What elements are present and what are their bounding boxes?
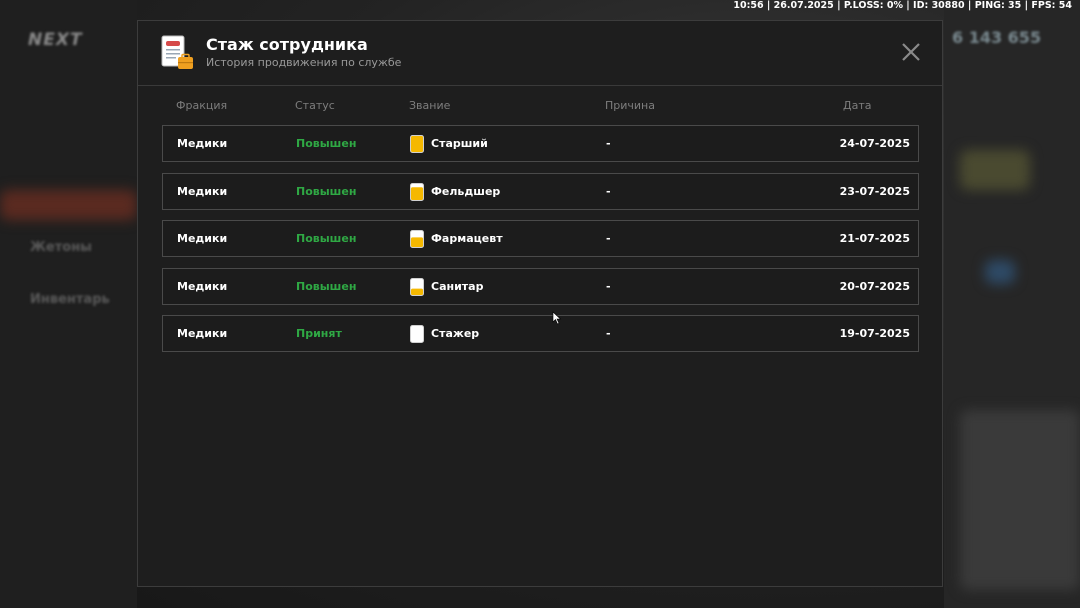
background-blob	[0, 190, 137, 220]
row-rank-label: Стажер	[431, 327, 480, 340]
rank-badge-icon	[410, 134, 424, 153]
background-blob	[960, 150, 1030, 190]
row-status: Повышен	[296, 185, 357, 198]
row-rank: Старший	[410, 126, 488, 161]
row-reason: -	[606, 137, 611, 150]
row-date: 21-07-2025	[839, 232, 910, 245]
row-faction: Медики	[177, 232, 228, 245]
table-row: Медики Повышен Старший - 24-07-2025	[162, 125, 919, 162]
row-rank: Стажер	[410, 316, 479, 351]
table-row: Медики Повышен Фельдшер - 23-07-2025	[162, 173, 919, 210]
row-reason: -	[606, 280, 611, 293]
row-faction: Медики	[177, 137, 228, 150]
row-reason: -	[606, 327, 611, 340]
close-icon[interactable]	[900, 41, 922, 63]
mouse-cursor-icon	[552, 311, 562, 325]
row-rank-label: Фельдшер	[431, 185, 501, 198]
table-row: Медики Повышен Санитар - 20-07-2025	[162, 268, 919, 305]
row-reason: -	[606, 185, 611, 198]
column-header-date: Дата	[843, 99, 872, 112]
background-logo: NEXT	[28, 30, 83, 50]
column-header-rank: Звание	[409, 99, 451, 112]
row-faction: Медики	[177, 327, 228, 340]
employee-tenure-modal: Стаж сотрудника История продвижения по с…	[137, 20, 943, 587]
row-date: 19-07-2025	[839, 327, 910, 340]
row-faction: Медики	[177, 185, 228, 198]
row-status: Принят	[296, 327, 342, 340]
modal-header: Стаж сотрудника История продвижения по с…	[138, 21, 942, 86]
row-rank-label: Санитар	[431, 280, 484, 293]
row-status: Повышен	[296, 280, 357, 293]
background-blob	[960, 410, 1080, 590]
row-date: 20-07-2025	[839, 280, 910, 293]
row-date: 23-07-2025	[839, 185, 910, 198]
column-header-faction: Фракция	[176, 99, 228, 112]
hud-status-bar: 10:56 | 26.07.2025 | P.LOSS: 0% | ID: 30…	[733, 0, 1072, 11]
modal-title: Стаж сотрудника	[206, 35, 368, 54]
column-header-reason: Причина	[605, 99, 655, 112]
background-tokens-label: Жетоны	[30, 240, 92, 255]
row-rank-label: Старший	[431, 137, 488, 150]
column-header-status: Статус	[295, 99, 335, 112]
row-rank: Фармацевт	[410, 221, 503, 256]
modal-subtitle: История продвижения по службе	[206, 56, 402, 69]
background-money: 6 143 655	[952, 28, 1042, 47]
row-rank: Фельдшер	[410, 174, 500, 209]
background-blob	[985, 260, 1015, 284]
rank-badge-icon	[410, 229, 424, 248]
table-row: Медики Повышен Фармацевт - 21-07-2025	[162, 220, 919, 257]
row-faction: Медики	[177, 280, 228, 293]
row-rank: Санитар	[410, 269, 483, 304]
row-reason: -	[606, 232, 611, 245]
row-status: Повышен	[296, 232, 357, 245]
rank-badge-icon	[410, 324, 424, 343]
background-inventory-label: Инвентарь	[30, 292, 110, 307]
row-rank-label: Фармацевт	[431, 232, 503, 245]
row-date: 24-07-2025	[839, 137, 910, 150]
row-status: Повышен	[296, 137, 357, 150]
rank-badge-icon	[410, 182, 424, 201]
rank-badge-icon	[410, 277, 424, 296]
document-briefcase-icon	[161, 35, 193, 69]
table-row: Медики Принят Стажер - 19-07-2025	[162, 315, 919, 352]
